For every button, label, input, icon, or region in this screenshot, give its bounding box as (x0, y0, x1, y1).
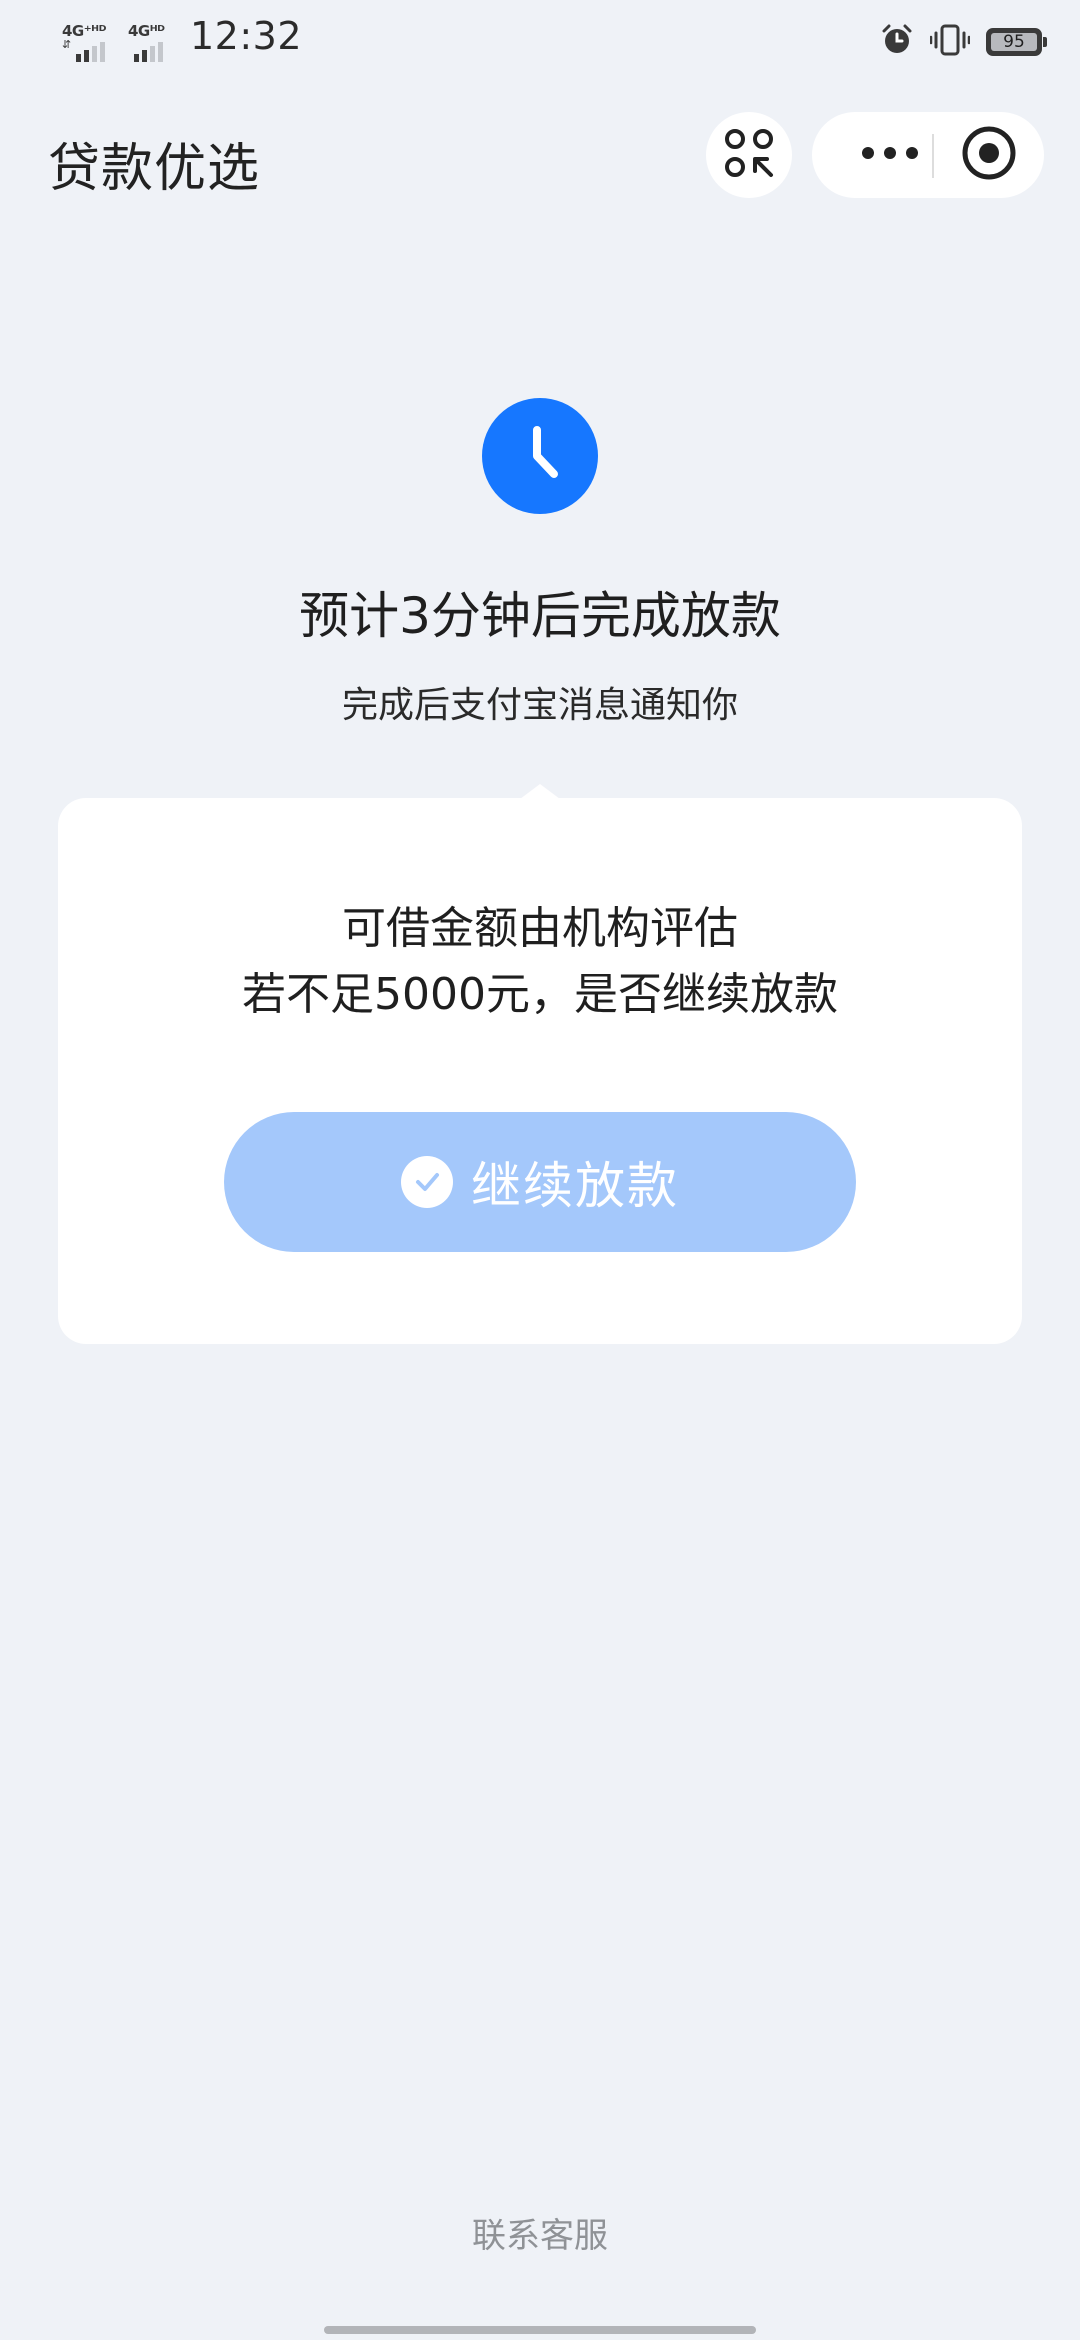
contact-customer-service-link[interactable]: 联系客服 (0, 2208, 1080, 2257)
network-label: 4Gᴴᴰ (128, 22, 165, 40)
mini-program-switch-icon (723, 127, 775, 183)
clock-icon (482, 398, 598, 514)
card-message-line1: 可借金额由机构评估 (342, 903, 738, 954)
signal-icon (76, 42, 105, 62)
more-dots-icon (860, 145, 920, 165)
title-bar: 贷款优选 (0, 104, 1080, 208)
close-button[interactable] (946, 112, 1032, 198)
status-time: 12:32 (190, 14, 303, 58)
card-pointer (520, 784, 560, 799)
capsule-menu (812, 112, 1044, 198)
capsule-divider (932, 134, 934, 178)
status-right-group: 95 (880, 22, 1047, 62)
network-indicator-2: 4Gᴴᴰ (128, 22, 184, 62)
card-message-line2: 若不足5000元，是否继续放款 (242, 969, 838, 1020)
battery-level: 95 (991, 32, 1037, 52)
continue-button-label: 继续放款 (471, 1157, 679, 1215)
status-subline: 完成后支付宝消息通知你 (341, 685, 738, 726)
alarm-clock-icon (880, 23, 914, 61)
continue-disbursement-button[interactable]: 继续放款 (224, 1112, 856, 1252)
data-activity-icon: ⇵ (62, 38, 72, 51)
page-title: 贷款优选 (48, 139, 261, 199)
confirm-card: 可借金额由机构评估 若不足5000元，是否继续放款 继续放款 (58, 798, 1022, 1344)
home-indicator[interactable] (324, 2326, 756, 2334)
check-circle-icon (401, 1156, 453, 1208)
signal-icon (134, 42, 163, 62)
battery-icon: 95 (986, 28, 1047, 56)
network-indicator-1: 4G⁺ᴴᴰ ⇵ (62, 22, 118, 62)
status-bar: 4G⁺ᴴᴰ ⇵ 4Gᴴᴰ 12:32 95 (0, 0, 1080, 84)
close-target-icon (961, 125, 1017, 185)
vibrate-icon (929, 23, 971, 61)
status-headline: 预计3分钟后完成放款 (299, 587, 781, 645)
mini-program-switch-button[interactable] (706, 112, 792, 198)
more-button[interactable] (842, 112, 938, 198)
